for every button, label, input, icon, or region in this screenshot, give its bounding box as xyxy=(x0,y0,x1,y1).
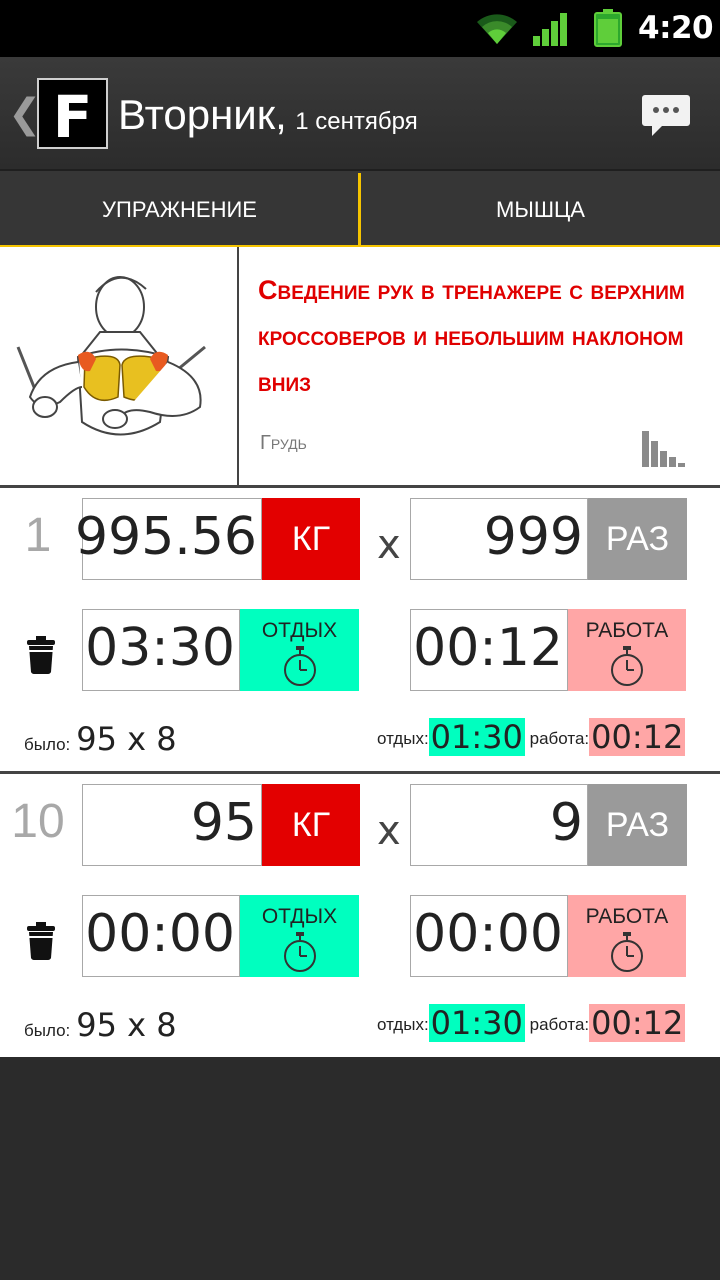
trash-icon[interactable] xyxy=(26,636,56,674)
weight-input[interactable]: 995.56 xyxy=(75,498,262,580)
logo-letter: F xyxy=(52,83,93,151)
previous-work-label: работа: xyxy=(529,1015,590,1034)
work-timer-button[interactable]: РАБОТА xyxy=(568,895,686,977)
previous-rest-label: отдых: xyxy=(377,729,429,748)
reps-unit-button[interactable]: РАЗ xyxy=(588,498,687,580)
tab-exercise[interactable]: УПРАЖНЕНИЕ xyxy=(0,171,359,245)
trash-icon[interactable] xyxy=(26,922,56,960)
exercise-name: Сведение рук в тренажере с верхним кросс… xyxy=(258,275,685,397)
app-logo[interactable]: F xyxy=(37,78,108,151)
page-title: Вторник, 1 сентября xyxy=(118,91,418,139)
previous-timers: отдых:01:30 работа:00:12 xyxy=(377,718,686,756)
work-time-input[interactable]: 00:12 xyxy=(410,609,568,691)
card-divider xyxy=(237,247,239,485)
reps-unit-button[interactable]: РАЗ xyxy=(588,784,687,866)
signal-icon xyxy=(533,13,567,46)
rest-time-input[interactable]: 03:30 xyxy=(82,609,240,691)
rest-timer-label: ОТДЫХ xyxy=(261,619,338,642)
stopwatch-icon xyxy=(611,932,643,972)
weight-value: 95 xyxy=(190,793,257,853)
set-block: 1 995.56 КГ x 999 РАЗ 03:30 ОТДЫХ 00:12 … xyxy=(0,488,720,771)
previous-label: было: xyxy=(24,735,71,754)
reps-value: 9 xyxy=(549,793,583,853)
work-timer-button[interactable]: РАБОТА xyxy=(568,609,686,691)
stopwatch-icon xyxy=(611,646,643,686)
previous-work-value: 00:12 xyxy=(589,1004,686,1042)
rest-time-input[interactable]: 00:00 xyxy=(82,895,240,977)
weight-input[interactable]: 95 xyxy=(82,784,262,866)
previous-rest-value: 01:30 xyxy=(428,718,525,756)
rest-timer-label: ОТДЫХ xyxy=(261,905,338,928)
stopwatch-icon xyxy=(283,932,316,972)
times-sign: x xyxy=(377,522,401,568)
previous-timers: отдых:01:30 работа:00:12 xyxy=(377,1004,686,1042)
stopwatch-icon xyxy=(283,646,316,686)
work-time-input[interactable]: 00:00 xyxy=(410,895,568,977)
title-date: 1 сентября xyxy=(295,108,418,135)
action-bar: ❮ F Вторник, 1 сентября xyxy=(0,57,720,169)
set-block: 10 95 КГ x 9 РАЗ 00:00 ОТДЫХ 00:00 РАБОТ… xyxy=(0,774,720,1057)
previous-value: 95 x 8 xyxy=(76,720,177,758)
exercise-card[interactable]: Сведение рук в тренажере с верхним кросс… xyxy=(0,247,720,485)
exercise-muscle: Грудь xyxy=(260,432,307,454)
set-number: 1 xyxy=(24,509,52,562)
status-bar: 4:20 xyxy=(0,0,720,57)
wifi-icon xyxy=(477,14,517,44)
previous-work-label: работа: xyxy=(529,729,590,748)
rest-timer-button[interactable]: ОТДЫХ xyxy=(240,895,359,977)
tab-bar: УПРАЖНЕНИЕ МЫШЦА xyxy=(0,169,720,249)
previous-result: было: 95 x 8 xyxy=(24,720,177,758)
previous-rest-value: 01:30 xyxy=(428,1004,525,1042)
weight-value: 995.56 xyxy=(75,507,257,567)
clock: 4:20 xyxy=(638,10,714,46)
reps-input[interactable]: 999 xyxy=(410,498,588,580)
reps-input[interactable]: 9 xyxy=(410,784,588,866)
work-timer-label: РАБОТА xyxy=(585,619,669,642)
empty-area xyxy=(0,1057,720,1280)
work-time-value: 00:12 xyxy=(413,618,563,678)
chat-bubble-icon[interactable] xyxy=(640,93,692,139)
exercise-illustration xyxy=(0,247,237,485)
set-number: 10 xyxy=(11,795,65,848)
weight-unit-button[interactable]: КГ xyxy=(262,784,360,866)
weight-unit-button[interactable]: КГ xyxy=(262,498,360,580)
work-time-value: 00:00 xyxy=(413,904,563,964)
rest-time-value: 03:30 xyxy=(85,618,235,678)
bar-chart-icon[interactable] xyxy=(640,429,686,469)
tab-muscle[interactable]: МЫШЦА xyxy=(361,171,720,245)
previous-result: было: 95 x 8 xyxy=(24,1006,177,1044)
previous-label: было: xyxy=(24,1021,71,1040)
previous-work-value: 00:12 xyxy=(589,718,686,756)
work-timer-label: РАБОТА xyxy=(585,905,669,928)
rest-timer-button[interactable]: ОТДЫХ xyxy=(240,609,359,691)
battery-icon xyxy=(594,9,622,47)
previous-rest-label: отдых: xyxy=(377,1015,429,1034)
times-sign: x xyxy=(377,808,401,854)
title-day: Вторник, xyxy=(118,91,287,138)
previous-value: 95 x 8 xyxy=(76,1006,177,1044)
reps-value: 999 xyxy=(483,507,583,567)
rest-time-value: 00:00 xyxy=(85,904,235,964)
